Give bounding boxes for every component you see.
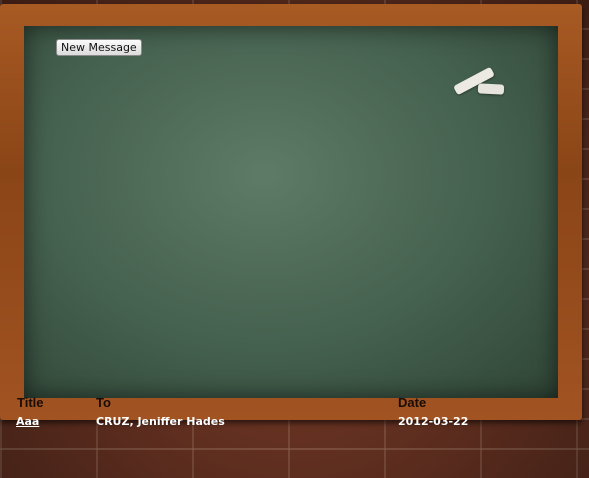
- column-header-to: To: [96, 395, 111, 410]
- message-title-link[interactable]: Aaa: [16, 415, 39, 428]
- column-header-title: Title: [17, 395, 44, 410]
- new-message-button[interactable]: New Message: [56, 39, 142, 56]
- chalk-piece-icon: [477, 83, 505, 95]
- column-header-date: Date: [398, 395, 427, 410]
- chalkboard-frame: [0, 4, 582, 420]
- message-title-link-text[interactable]: Aaa: [16, 415, 39, 428]
- message-recipient: CRUZ, Jeniffer Hades: [96, 415, 225, 428]
- message-date: 2012-03-22: [398, 415, 469, 428]
